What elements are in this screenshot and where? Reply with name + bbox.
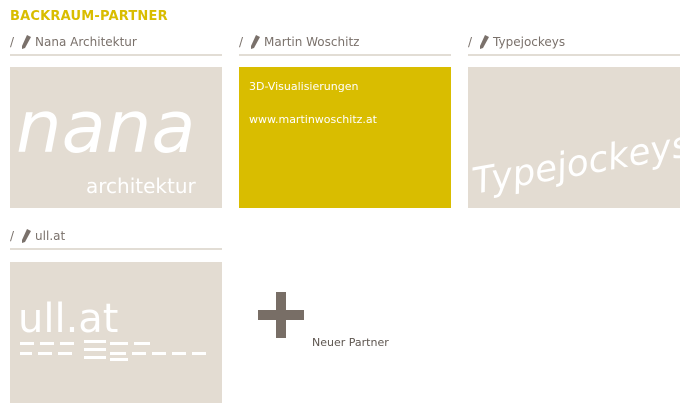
svg-text:architektur: architektur [86, 174, 197, 198]
partner-name-typejockeys[interactable]: Typejockeys [493, 35, 565, 49]
card-header-ull: / ull.at [10, 224, 222, 250]
partner-logo-ull[interactable]: ull.at [10, 262, 222, 403]
partner-name-nana[interactable]: Nana Architektur [35, 35, 137, 49]
nana-logo: nana architektur [16, 85, 197, 198]
partner-url-link[interactable]: www.martinwoschitz.at [249, 114, 377, 125]
slash-separator: / [10, 229, 15, 243]
pencil-icon[interactable] [249, 35, 261, 49]
svg-text:Typejockeys: Typejockeys [469, 124, 680, 203]
section-title: BACKRAUM-PARTNER [10, 9, 168, 24]
slash-separator: / [239, 35, 244, 49]
pencil-icon[interactable] [20, 35, 32, 49]
pencil-icon[interactable] [478, 35, 490, 49]
card-header-typejockeys: / Typejockeys [468, 30, 680, 56]
pencil-icon[interactable] [20, 229, 32, 243]
card-header-nana: / Nana Architektur [10, 30, 222, 56]
add-partner-plus-icon[interactable] [258, 292, 304, 338]
add-partner-button[interactable]: Neuer Partner [312, 336, 389, 349]
partner-name-ull[interactable]: ull.at [35, 229, 65, 243]
partner-info-woschitz: 3D-Visualisierungen www.martinwoschitz.a… [239, 67, 451, 208]
typejockeys-logo: Typejockeys [469, 124, 680, 203]
partner-logo-nana[interactable]: nana architektur [10, 67, 222, 208]
ull-logo: ull.at [18, 296, 206, 361]
partner-name-woschitz[interactable]: Martin Woschitz [264, 35, 359, 49]
slash-separator: / [468, 35, 473, 49]
svg-text:nana: nana [16, 85, 196, 169]
svg-text:ull.at: ull.at [18, 296, 119, 342]
partner-logo-typejockeys[interactable]: Typejockeys [468, 67, 680, 208]
partner-description: 3D-Visualisierungen [249, 80, 359, 93]
card-header-woschitz: / Martin Woschitz [239, 30, 451, 56]
slash-separator: / [10, 35, 15, 49]
